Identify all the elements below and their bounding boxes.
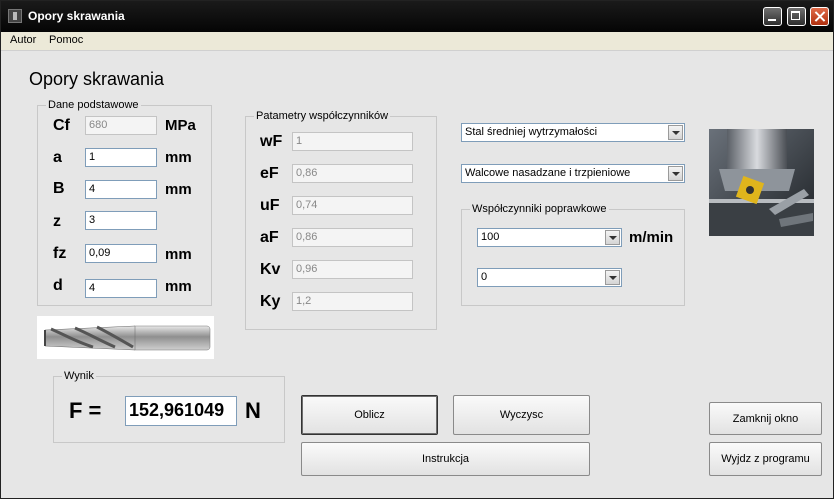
label-uf: uF [260,197,280,214]
material-select-value: Stal średniej wytrzymałości [465,126,598,138]
label-fz: fz [53,245,67,262]
exit-program-button[interactable]: Wyjdz z programu [709,442,822,476]
result-group-label: Wynik [62,370,96,382]
unit-d: mm [165,278,192,295]
cutting-speed-select[interactable]: 100 [477,228,622,247]
label-z: z [53,213,61,230]
ky-field[interactable]: 1,2 [292,292,413,311]
unit-b: mm [165,181,192,198]
cf-field[interactable]: 680 [85,116,157,135]
end-mill-image [37,316,214,359]
d-field[interactable]: 4 [85,279,157,298]
label-af: aF [260,229,279,246]
chevron-down-icon[interactable] [605,270,620,285]
basic-data-group-label: Dane podstawowe [46,99,141,111]
result-label: F = [69,398,102,423]
coefficients-group-label: Patametry współczynników [254,110,391,122]
unit-a: mm [165,149,192,166]
uf-field[interactable]: 0,74 [292,196,413,215]
unit-cf: MPa [165,117,196,134]
unit-speed: m/min [629,229,674,246]
chevron-down-icon[interactable] [668,125,683,140]
app-icon[interactable] [8,9,22,23]
b-field[interactable]: 4 [85,180,157,199]
label-a: a [53,149,62,166]
close-window-button[interactable]: Zamknij okno [709,402,822,435]
clear-button[interactable]: Wyczysc [453,395,590,435]
label-d: d [53,277,63,294]
milling-image [709,129,814,236]
page-title: Opory skrawania [29,69,165,89]
instructions-button[interactable]: Instrukcja [301,442,590,476]
label-kv: Kv [260,261,281,278]
minimize-button[interactable] [763,7,782,26]
result-unit: N [245,398,261,423]
label-ef: eF [260,165,279,182]
close-button[interactable] [810,7,829,26]
title-bar[interactable]: Opory skrawania [1,1,833,32]
label-ky: Ky [260,293,281,310]
label-b: B [53,180,65,197]
window-title: Opory skrawania [28,9,125,23]
maximize-button[interactable] [787,7,806,26]
result-field[interactable]: 152,961049 [125,396,237,426]
cutter-type-select[interactable]: Walcowe nasadzane i trzpieniowe [461,164,685,183]
z-field[interactable]: 3 [85,211,157,230]
cutting-speed-value: 100 [481,231,500,243]
end-mill-icon [44,325,211,351]
menu-autor[interactable]: Autor [10,34,36,46]
ef-field[interactable]: 0,86 [292,164,413,183]
chevron-down-icon[interactable] [605,230,620,245]
cutter-type-select-value: Walcowe nasadzane i trzpieniowe [465,167,631,179]
calculate-button[interactable]: Oblicz [301,395,438,435]
wf-field[interactable]: 1 [292,132,413,151]
correction-group: Współczynniki poprawkowe [461,203,685,306]
correction-select-value: 0 [481,271,488,283]
menu-pomoc[interactable]: Pomoc [49,34,83,46]
basic-data-group: Dane podstawowe [37,99,212,306]
fz-field[interactable]: 0,09 [85,244,157,263]
chevron-down-icon[interactable] [668,166,683,181]
af-field[interactable]: 0,86 [292,228,413,247]
material-select[interactable]: Stal średniej wytrzymałości [461,123,685,142]
correction-select[interactable]: 0 [477,268,622,287]
a-field[interactable]: 1 [85,148,157,167]
kv-field[interactable]: 0,96 [292,260,413,279]
milling-photo-icon [709,129,814,236]
menu-bar: Autor Pomoc [1,32,833,51]
unit-fz: mm [165,246,192,263]
label-cf: Cf [53,117,70,134]
label-wf: wF [260,133,283,150]
main-window: Opory skrawania Autor Pomoc Opory skrawa… [0,0,834,499]
correction-group-label: Współczynniki poprawkowe [470,203,609,215]
